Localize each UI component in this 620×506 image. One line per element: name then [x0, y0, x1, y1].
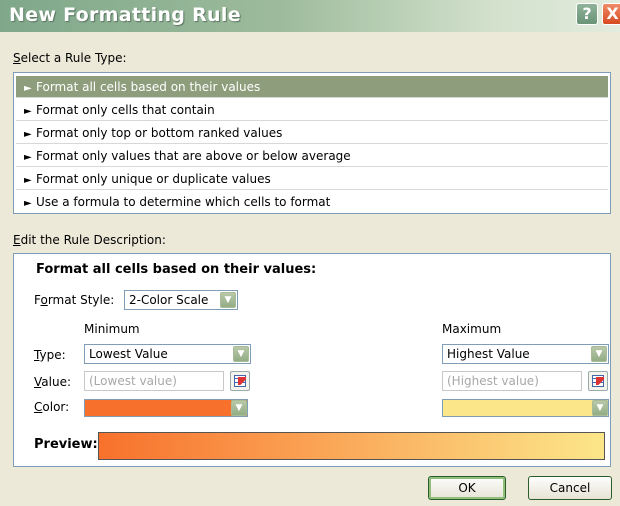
chevron-down-icon[interactable]: ▼	[233, 346, 249, 362]
max-value-input[interactable]: (Highest value)	[442, 371, 582, 391]
maximum-header: Maximum	[442, 322, 502, 336]
close-icon[interactable]: X	[602, 3, 620, 25]
min-type-select[interactable]: Lowest Value ▼	[84, 344, 251, 364]
chevron-down-icon[interactable]: ▼	[592, 400, 608, 416]
chevron-down-icon[interactable]: ▼	[231, 400, 247, 416]
triangle-right-icon: ►	[24, 175, 32, 186]
max-value-range-button[interactable]	[588, 371, 608, 391]
chevron-down-icon[interactable]: ▼	[220, 292, 236, 308]
minimum-header: Minimum	[84, 322, 140, 336]
rule-item-cells-contain[interactable]: ► Format only cells that contain	[16, 99, 608, 121]
min-color-select[interactable]: ▼	[84, 399, 248, 417]
rule-item-top-bottom[interactable]: ► Format only top or bottom ranked values	[16, 122, 608, 144]
rule-type-list[interactable]: ► Format all cells based on their values …	[13, 72, 611, 214]
triangle-right-icon: ►	[24, 106, 32, 117]
rule-item-unique-duplicate[interactable]: ► Format only unique or duplicate values	[16, 168, 608, 190]
format-style-label: Format Style:	[34, 293, 115, 307]
triangle-right-icon: ►	[24, 152, 32, 163]
rule-item-above-below-average[interactable]: ► Format only values that are above or be…	[16, 145, 608, 167]
window-title: New Formatting Rule	[9, 4, 241, 26]
rule-description-label: Edit the Rule Description:	[13, 233, 166, 247]
cancel-button[interactable]: Cancel	[528, 476, 612, 500]
color-label: Color:	[34, 400, 70, 414]
triangle-right-icon: ►	[24, 129, 32, 140]
rule-type-label: Select a Rule Type:	[13, 51, 127, 65]
min-value-range-button[interactable]	[230, 371, 250, 391]
rule-description-panel: Format all cells based on their values: …	[13, 253, 611, 467]
rule-item-formula[interactable]: ► Use a formula to determine which cells …	[16, 191, 608, 213]
chevron-down-icon[interactable]: ▼	[591, 346, 607, 362]
min-value-input[interactable]: (Lowest value)	[84, 371, 224, 391]
preview-label: Preview:	[34, 437, 98, 452]
triangle-right-icon: ►	[24, 83, 32, 94]
description-heading: Format all cells based on their values:	[36, 262, 317, 277]
preview-gradient	[98, 432, 605, 460]
max-type-select[interactable]: Highest Value ▼	[442, 344, 609, 364]
triangle-right-icon: ►	[24, 198, 32, 209]
value-label: Value:	[34, 375, 71, 389]
title-bar[interactable]: New Formatting Rule ? X	[0, 0, 620, 32]
max-color-select[interactable]: ▼	[442, 399, 609, 417]
format-style-select[interactable]: 2-Color Scale ▼	[124, 290, 238, 310]
help-icon[interactable]: ?	[576, 3, 598, 25]
ok-button[interactable]: OK	[428, 476, 506, 500]
rule-item-all-cells[interactable]: ► Format all cells based on their values	[16, 76, 608, 98]
type-label: Type:	[34, 348, 66, 362]
